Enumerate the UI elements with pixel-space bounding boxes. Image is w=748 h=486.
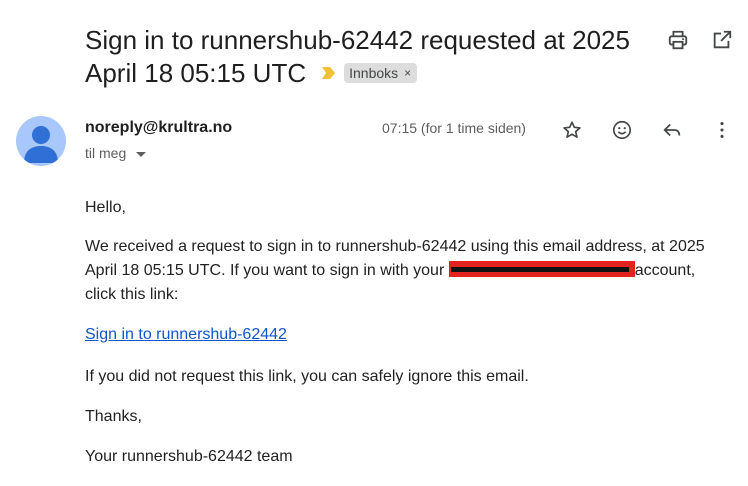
request-paragraph: We received a request to sign in to runn… [85,235,725,307]
label-chip-text: Innboks [349,64,399,81]
more-options-icon [720,122,724,138]
star-icon [563,121,581,138]
open-in-new-window-icon [713,30,732,49]
message-timestamp: 07:15 (for 1 time siden) [382,120,526,136]
header-actions [666,28,734,52]
chevron-down-icon[interactable] [136,151,147,157]
sender-avatar[interactable] [16,116,66,166]
emoji-reaction-button[interactable] [610,118,634,142]
star-button[interactable] [560,118,584,142]
thanks-text: Thanks, [85,408,142,425]
ignore-text: If you did not request this link, you ca… [85,368,529,385]
more-options-button[interactable] [710,118,734,142]
open-in-new-window-button[interactable] [710,28,734,52]
avatar-person-icon [24,126,58,163]
print-icon [668,30,688,50]
sender-email[interactable]: noreply@krultra.no [85,119,232,137]
team-signature: Your runnershub-62442 team [85,448,293,465]
recipient-text: til meg [85,145,127,161]
redacted-email [448,261,635,278]
message-actions [560,118,734,142]
importance-marker-icon[interactable] [320,66,336,80]
print-button[interactable] [666,28,690,52]
recipient-line[interactable]: til meg [85,145,147,161]
greeting-text: Hello, [85,199,126,216]
reply-button[interactable] [660,118,684,142]
remove-label-icon[interactable]: × [404,63,411,83]
sign-in-link[interactable]: Sign in to runnershub-62442 [85,326,287,343]
reply-icon [663,123,681,137]
email-view: Sign in to runnershub-62442 requested at… [0,0,748,486]
emoji-reaction-icon [612,120,632,140]
email-subject: Sign in to runnershub-62442 requested at… [85,24,645,90]
label-chip-inbox[interactable]: Innboks × [344,62,418,83]
link-paragraph: Sign in to runnershub-62442 [85,323,287,347]
